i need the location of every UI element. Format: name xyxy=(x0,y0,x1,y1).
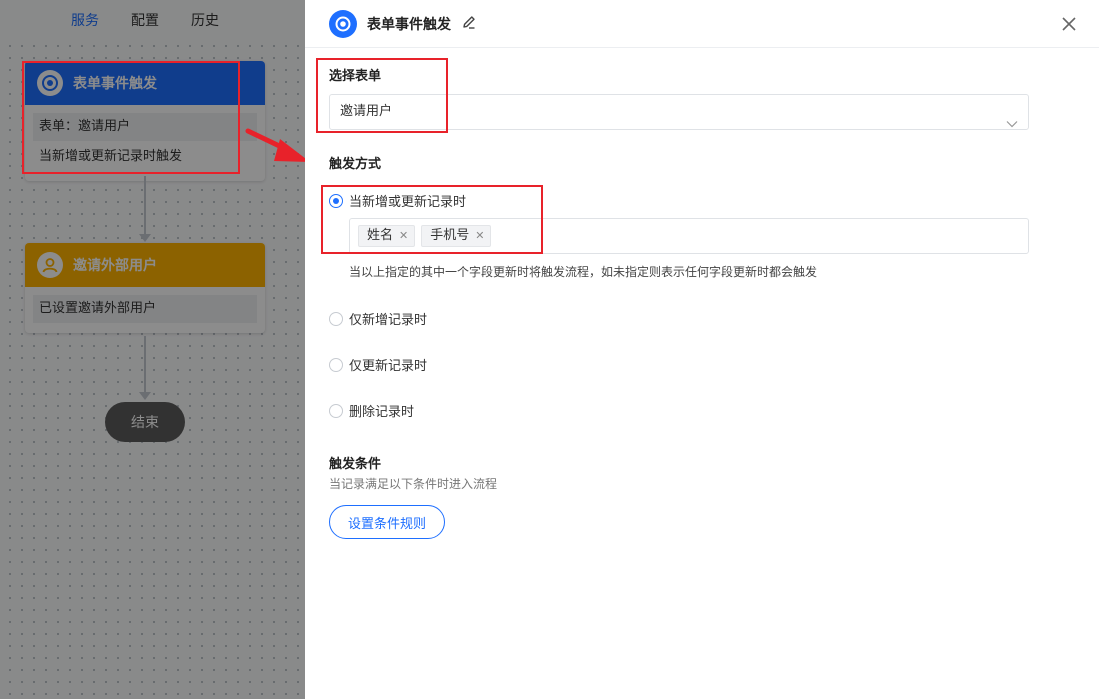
field-multi-select[interactable]: 姓名 ✕ 手机号 ✕ xyxy=(349,218,1029,254)
edit-icon[interactable] xyxy=(461,14,477,34)
remove-tag-icon[interactable]: ✕ xyxy=(399,225,408,247)
field-tag: 手机号 ✕ xyxy=(421,225,492,247)
conditions-label: 触发条件 xyxy=(329,457,382,472)
radio-label: 当新增或更新记录时 xyxy=(349,195,467,210)
annotation-arrow xyxy=(245,128,310,162)
close-icon[interactable] xyxy=(1059,14,1079,34)
form-select-value: 邀请用户 xyxy=(340,104,393,119)
panel-title: 表单事件触发 xyxy=(367,17,451,33)
remove-tag-icon[interactable]: ✕ xyxy=(475,225,484,247)
chevron-down-icon xyxy=(1006,108,1018,142)
set-condition-rules-button[interactable]: 设置条件规则 xyxy=(329,505,445,539)
radio-label: 删除记录时 xyxy=(349,405,415,420)
config-panel: 表单事件触发 选择表单 邀请用户 触发方式 当新增或更新记录时 姓名 ✕ 手机号… xyxy=(305,0,1099,699)
conditions-description: 当记录满足以下条件时进入流程 xyxy=(329,477,498,491)
radio-button[interactable] xyxy=(329,193,343,208)
radio-button[interactable] xyxy=(329,311,343,326)
radio-option-update-only[interactable]: 仅更新记录时 xyxy=(329,355,427,374)
radio-button[interactable] xyxy=(329,403,343,418)
panel-header: 表单事件触发 xyxy=(305,0,1099,48)
select-form-label: 选择表单 xyxy=(329,69,382,84)
radio-option-delete[interactable]: 删除记录时 xyxy=(329,401,414,420)
trigger-mode-label: 触发方式 xyxy=(329,157,382,172)
radio-option-add-or-update[interactable]: 当新增或更新记录时 xyxy=(329,191,466,210)
radio-option-add-only[interactable]: 仅新增记录时 xyxy=(329,309,427,328)
radio-button[interactable] xyxy=(329,357,343,372)
form-select[interactable]: 邀请用户 xyxy=(329,94,1029,130)
field-tag-label: 姓名 xyxy=(367,228,394,243)
field-tag-label: 手机号 xyxy=(430,228,470,243)
target-icon xyxy=(329,10,357,38)
radio-label: 仅新增记录时 xyxy=(349,313,428,328)
radio-label: 仅更新记录时 xyxy=(349,359,428,374)
modal-overlay[interactable] xyxy=(0,0,305,699)
trigger-fields-hint: 当以上指定的其中一个字段更新时将触发流程，如未指定则表示任何字段更新时都会触发 xyxy=(349,265,818,279)
field-tag: 姓名 ✕ xyxy=(358,225,416,247)
